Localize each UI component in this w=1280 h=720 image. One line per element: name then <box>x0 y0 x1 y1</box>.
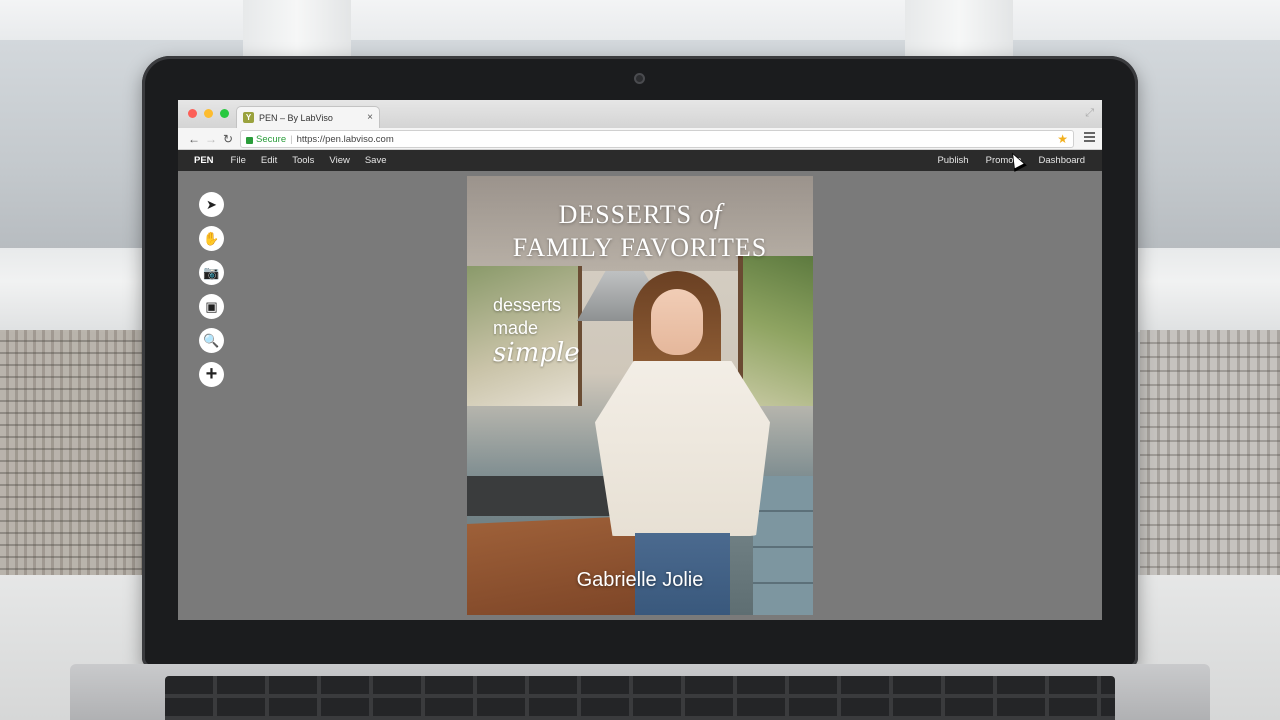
back-arrow-icon[interactable]: ← <box>188 131 200 147</box>
url-text[interactable]: https://pen.labviso.com <box>297 134 1058 145</box>
camera-tool[interactable]: 📷 <box>199 260 224 285</box>
tool-palette: ➤ ✋ 📷 ▣ 🔍 + <box>199 192 225 396</box>
keyboard <box>165 676 1115 720</box>
browser-menu-icon[interactable] <box>1084 132 1095 144</box>
tab-title: PEN – By LabViso <box>259 112 333 123</box>
add-tool[interactable]: + <box>199 362 224 387</box>
browser-titlebar: Y PEN – By LabViso × ⤢ <box>178 100 1102 128</box>
secure-label: Secure <box>256 133 287 145</box>
cover-author: Gabrielle Jolie <box>576 569 704 591</box>
cover-title-line2: FAMILY FAVORITES <box>512 233 768 262</box>
building-right <box>1140 330 1280 575</box>
plus-icon: + <box>205 363 218 385</box>
cover-title-of: of <box>699 199 722 230</box>
address-separator: | <box>290 133 293 145</box>
tab-close-icon[interactable]: × <box>367 112 373 123</box>
portrait-blouse <box>595 361 770 536</box>
zoom-tool[interactable]: 🔍 <box>199 328 224 353</box>
minimize-window-button[interactable] <box>204 109 213 118</box>
tagline-script: simple <box>493 338 580 368</box>
cover-title: DESSERTS of FAMILY FAVORITES <box>467 198 813 264</box>
book-cover[interactable]: DESSERTS of FAMILY FAVORITES desserts ma… <box>467 176 813 615</box>
tagline-line1: desserts <box>493 295 562 315</box>
editor-canvas[interactable]: ➤ ✋ 📷 ▣ 🔍 + DESSERTS of FAMILY FAVORITES… <box>178 171 1102 620</box>
app-menubar: PEN File Edit Tools View Save Publish Pr… <box>178 150 1102 171</box>
menu-tools[interactable]: Tools <box>292 155 314 166</box>
address-bar[interactable]: Secure | https://pen.labviso.com ★ <box>240 130 1074 148</box>
bookmark-star-icon[interactable]: ★ <box>1057 132 1068 146</box>
fullscreen-icon[interactable]: ⤢ <box>1085 107 1094 120</box>
zoom-window-button[interactable] <box>220 109 229 118</box>
favicon-icon: Y <box>243 112 254 123</box>
pointer-icon: ➤ <box>206 196 217 212</box>
portrait-face <box>651 289 703 355</box>
pan-tool[interactable]: ✋ <box>199 226 224 251</box>
search-icon: 🔍 <box>203 332 220 348</box>
film-icon: ▣ <box>205 298 218 314</box>
menu-view[interactable]: View <box>329 155 349 166</box>
reload-icon[interactable]: ↻ <box>223 131 233 147</box>
menu-publish[interactable]: Publish <box>937 155 968 166</box>
menu-dashboard[interactable]: Dashboard <box>1039 155 1085 166</box>
menu-edit[interactable]: Edit <box>261 155 277 166</box>
browser-tab[interactable]: Y PEN – By LabViso × <box>236 106 380 128</box>
cover-portrait <box>595 271 770 615</box>
camera-icon: 📷 <box>203 264 220 280</box>
cover-tagline: desserts made simple <box>493 294 580 368</box>
app-brand[interactable]: PEN <box>194 155 214 166</box>
menu-save[interactable]: Save <box>365 155 387 166</box>
window-pillar <box>243 0 351 60</box>
media-tool[interactable]: ▣ <box>199 294 224 319</box>
tagline-line2: made <box>493 318 539 338</box>
hand-icon: ✋ <box>203 230 220 246</box>
building-left <box>0 330 150 575</box>
webcam <box>634 73 645 84</box>
select-tool[interactable]: ➤ <box>199 192 224 217</box>
close-window-button[interactable] <box>188 109 197 118</box>
browser-window: Y PEN – By LabViso × ⤢ ← → ↻ Secure | ht… <box>178 100 1102 620</box>
lock-icon <box>246 136 253 144</box>
window-pillar <box>905 0 1013 60</box>
browser-toolbar: ← → ↻ Secure | https://pen.labviso.com ★ <box>178 128 1102 150</box>
cover-title-word: DESSERTS <box>558 200 693 229</box>
menu-file[interactable]: File <box>231 155 246 166</box>
forward-arrow-icon[interactable]: → <box>205 131 217 147</box>
